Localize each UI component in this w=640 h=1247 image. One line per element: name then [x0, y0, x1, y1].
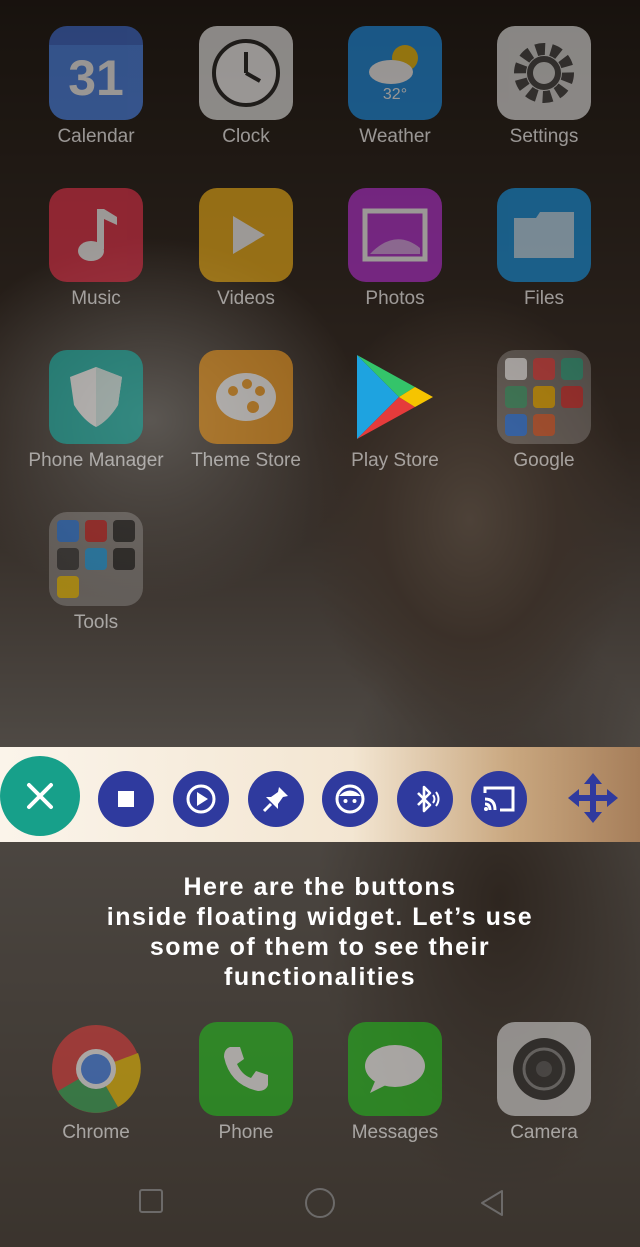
- app-theme-store[interactable]: Theme Store: [171, 350, 321, 472]
- hint-line: inside floating widget. Let’s use: [106, 903, 534, 931]
- pin-button[interactable]: [248, 771, 304, 827]
- home-icon: [305, 1188, 335, 1218]
- stop-icon: [118, 791, 134, 807]
- shield-icon: [49, 350, 143, 444]
- back-icon: [481, 1190, 503, 1216]
- app-label: Tools: [73, 612, 119, 633]
- palette-icon: [199, 350, 293, 444]
- play-store-icon: [348, 350, 442, 444]
- app-clock[interactable]: Clock: [171, 26, 321, 148]
- home-button[interactable]: [304, 1187, 336, 1224]
- app-label: Videos: [217, 288, 275, 309]
- chrome-icon: [49, 1022, 143, 1116]
- app-label: Settings: [509, 126, 579, 147]
- app-label: Music: [71, 288, 121, 309]
- clock-icon: [199, 26, 293, 120]
- cast-button[interactable]: [471, 771, 527, 827]
- recent-apps-icon: [139, 1189, 163, 1213]
- calendar-day: 31: [68, 50, 124, 106]
- app-label: Calendar: [57, 126, 135, 147]
- app-calendar[interactable]: 31 Calendar: [21, 26, 171, 148]
- pin-icon: [262, 787, 288, 813]
- app-google-folder[interactable]: Google: [469, 350, 619, 472]
- calendar-icon: 31: [49, 26, 143, 120]
- app-label: Google: [513, 450, 575, 471]
- bluetooth-button[interactable]: [397, 771, 453, 827]
- tools-folder-icon: [49, 512, 143, 606]
- dock-phone[interactable]: Phone: [171, 1022, 321, 1144]
- app-label: Files: [523, 288, 565, 309]
- app-phone-manager[interactable]: Phone Manager: [21, 350, 171, 472]
- app-photos[interactable]: Photos: [320, 188, 470, 310]
- bluetooth-icon: [417, 785, 440, 813]
- app-settings[interactable]: Settings: [469, 26, 619, 148]
- music-note-icon: [49, 188, 143, 282]
- play-icon: [186, 784, 216, 814]
- app-label: Play Store: [351, 450, 439, 471]
- dock-camera[interactable]: Camera: [469, 1022, 619, 1144]
- app-label: Phone: [218, 1122, 274, 1143]
- recent-apps-button[interactable]: [138, 1188, 164, 1219]
- app-label: Chrome: [62, 1122, 130, 1143]
- close-widget-button[interactable]: [0, 756, 80, 836]
- move-icon: [568, 773, 618, 823]
- tutorial-hint: Here are the buttons inside floating wid…: [0, 872, 640, 992]
- cast-icon: [483, 786, 515, 812]
- app-label: Weather: [359, 126, 431, 147]
- message-icon: [348, 1022, 442, 1116]
- dock-chrome[interactable]: Chrome: [21, 1022, 171, 1144]
- hint-line: Here are the buttons: [183, 873, 457, 901]
- play-button[interactable]: [173, 771, 229, 827]
- folder-icon: [497, 188, 591, 282]
- google-folder-icon: [497, 350, 591, 444]
- weather-icon: 32°: [348, 26, 442, 120]
- app-label: Theme Store: [191, 450, 301, 471]
- hint-line: functionalities: [224, 963, 416, 991]
- app-label: Camera: [510, 1122, 578, 1143]
- back-button[interactable]: [478, 1188, 506, 1223]
- app-label: Clock: [222, 126, 270, 147]
- phone-icon: [199, 1022, 293, 1116]
- app-videos[interactable]: Videos: [171, 188, 321, 310]
- weather-temp: 32°: [382, 86, 408, 103]
- gear-icon: [497, 26, 591, 120]
- face-icon: [335, 784, 365, 814]
- app-weather[interactable]: 32° Weather: [320, 26, 470, 148]
- camera-icon: [497, 1022, 591, 1116]
- app-label: Phone Manager: [28, 450, 164, 471]
- dock-messages[interactable]: Messages: [320, 1022, 470, 1144]
- hint-line: some of them to see their: [149, 933, 491, 961]
- app-label: Photos: [365, 288, 425, 309]
- photo-icon: [348, 188, 442, 282]
- move-handle[interactable]: [566, 771, 620, 825]
- app-files[interactable]: Files: [469, 188, 619, 310]
- app-play-store[interactable]: Play Store: [320, 350, 470, 472]
- close-icon: [27, 783, 53, 809]
- stop-button[interactable]: [98, 771, 154, 827]
- video-play-icon: [199, 188, 293, 282]
- face-button[interactable]: [322, 771, 378, 827]
- floating-widget-bar: [0, 747, 640, 842]
- app-tools-folder[interactable]: Tools: [21, 512, 171, 634]
- app-music[interactable]: Music: [21, 188, 171, 310]
- app-label: Messages: [351, 1122, 439, 1143]
